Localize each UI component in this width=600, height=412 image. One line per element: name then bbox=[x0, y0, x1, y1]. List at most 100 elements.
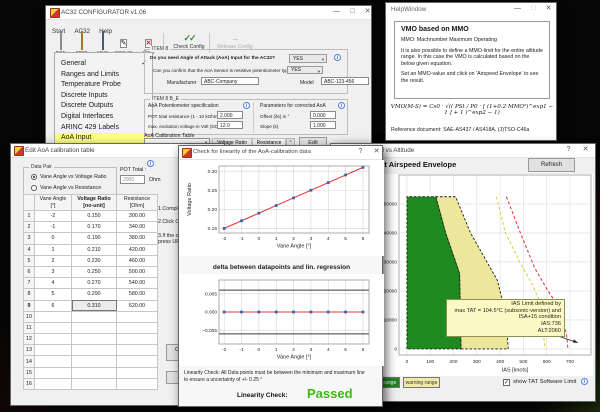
info-icon[interactable]: i bbox=[581, 378, 588, 385]
table-cell[interactable]: 2 bbox=[35, 255, 72, 266]
table-cell[interactable] bbox=[72, 356, 117, 367]
svg-text:0.25: 0.25 bbox=[208, 188, 218, 194]
table-cell[interactable]: 0.210 bbox=[72, 244, 117, 255]
close-icon[interactable]: ✕ bbox=[360, 6, 375, 18]
table-row: 10 bbox=[24, 311, 158, 322]
sidebar-item-general[interactable]: General✓ bbox=[55, 59, 152, 70]
table-cell[interactable]: 3 bbox=[35, 266, 72, 277]
table-cell[interactable] bbox=[35, 345, 72, 356]
question1-dropdown[interactable]: YES▼ bbox=[289, 54, 327, 63]
sidebar-item-temperature-probe[interactable]: Temperature Probe bbox=[55, 80, 152, 91]
chevron-down-icon: ▼ bbox=[317, 68, 321, 74]
pot-total-field[interactable]: 2000 bbox=[120, 175, 145, 184]
row-number: 13 bbox=[24, 345, 35, 356]
table-cell[interactable] bbox=[72, 322, 117, 333]
sidebar-item-arinc-429-labels[interactable]: ARINC 429 Labels bbox=[55, 123, 152, 134]
table-cell[interactable]: 0.190 bbox=[72, 233, 117, 244]
refresh-button[interactable]: Refresh bbox=[528, 158, 575, 172]
table-row: 15 bbox=[24, 367, 158, 378]
sidebar-item-ranges-and-limits[interactable]: Ranges and Limits bbox=[55, 70, 152, 81]
table-cell[interactable]: -2 bbox=[35, 211, 72, 222]
offset-field[interactable]: 0.000 bbox=[310, 111, 336, 119]
maximize-icon[interactable]: □ bbox=[345, 6, 360, 18]
table-cell[interactable]: 0.270 bbox=[72, 278, 117, 289]
table-cell[interactable]: 580.00 bbox=[117, 289, 158, 300]
slope-field[interactable]: 1.000 bbox=[310, 121, 336, 129]
table-cell[interactable]: 0.170 bbox=[72, 222, 117, 233]
new-icon bbox=[60, 31, 62, 50]
info-icon[interactable]: i bbox=[243, 102, 250, 109]
table-cell[interactable]: 420.00 bbox=[117, 244, 158, 255]
table-cell[interactable]: 340.00 bbox=[117, 222, 158, 233]
help-icon[interactable]: ? bbox=[353, 146, 368, 158]
svg-text:-1: -1 bbox=[239, 236, 244, 242]
table-cell[interactable] bbox=[35, 367, 72, 378]
sidebar-item-discrete-outputs[interactable]: Discrete Outputs bbox=[55, 101, 152, 112]
table-cell[interactable] bbox=[72, 345, 117, 356]
sidebar-item-discrete-inputs[interactable]: Discrete Inputs bbox=[55, 91, 152, 102]
pot-resistance-field[interactable]: 2.000 bbox=[217, 111, 243, 119]
row-number: 2 bbox=[24, 222, 35, 233]
table-cell[interactable]: 0 bbox=[35, 233, 72, 244]
table-row: 740.270540.00 bbox=[24, 278, 158, 289]
table-cell[interactable] bbox=[35, 356, 72, 367]
table-cell[interactable] bbox=[72, 367, 117, 378]
close-icon[interactable]: ✕ bbox=[369, 146, 384, 158]
tat-limit-checkbox[interactable]: ✓ bbox=[503, 379, 510, 386]
desktop: AC32 CONFIGURATOR v1.06 — □ ✕ StartAC32H… bbox=[0, 0, 600, 412]
table-cell[interactable]: 540.00 bbox=[117, 278, 158, 289]
close-icon[interactable]: ✕ bbox=[578, 144, 593, 156]
model-field[interactable]: ABC-123-456 bbox=[321, 77, 369, 85]
table-cell[interactable]: 380.00 bbox=[117, 233, 158, 244]
table-cell[interactable] bbox=[117, 356, 158, 367]
table-cell[interactable] bbox=[117, 334, 158, 345]
table-cell[interactable]: 0.230 bbox=[72, 255, 117, 266]
tooltip-line: ISA+15 condition bbox=[450, 314, 561, 321]
svg-text:1: 1 bbox=[275, 347, 278, 353]
table-cell[interactable] bbox=[35, 378, 72, 389]
table-cell[interactable] bbox=[117, 367, 158, 378]
row-number: 5 bbox=[24, 255, 35, 266]
table-cell[interactable] bbox=[72, 311, 117, 322]
table-cell[interactable]: 300.00 bbox=[117, 211, 158, 222]
tooltip-line: max TAT = 104.5°C (subsonic-version) and bbox=[450, 308, 561, 315]
table-cell[interactable] bbox=[35, 322, 72, 333]
help-icon[interactable]: ? bbox=[561, 144, 576, 156]
table-cell[interactable] bbox=[117, 345, 158, 356]
table-cell[interactable]: 5 bbox=[35, 289, 72, 300]
table-cell[interactable] bbox=[35, 334, 72, 345]
table-cell[interactable] bbox=[35, 311, 72, 322]
minimize-icon[interactable]: — bbox=[510, 3, 525, 15]
radio-resistance[interactable] bbox=[31, 185, 37, 191]
info-icon[interactable]: i bbox=[147, 160, 154, 167]
close-icon[interactable]: ✕ bbox=[541, 3, 556, 15]
table-cell[interactable]: 4 bbox=[35, 278, 72, 289]
info-icon[interactable]: i bbox=[338, 102, 345, 109]
item8-label: ITEM 8 bbox=[150, 46, 170, 52]
question2-dropdown[interactable]: YES▼ bbox=[287, 66, 323, 74]
table-cell[interactable]: 500.00 bbox=[117, 266, 158, 277]
table-cell[interactable] bbox=[72, 334, 117, 345]
table-cell[interactable] bbox=[117, 322, 158, 333]
linearity-note-1: Linearity Check: All Data points must be… bbox=[184, 370, 380, 376]
table-cell[interactable]: 1 bbox=[35, 244, 72, 255]
minimize-icon[interactable]: — bbox=[329, 6, 344, 18]
svg-text:30000: 30000 bbox=[384, 260, 398, 266]
excitation-field[interactable]: 12.0 bbox=[217, 121, 243, 129]
table-cell[interactable]: -1 bbox=[35, 222, 72, 233]
table-cell[interactable] bbox=[72, 378, 117, 389]
info-icon[interactable]: i bbox=[334, 54, 341, 61]
table-cell[interactable]: 6 bbox=[35, 300, 72, 311]
table-cell[interactable] bbox=[117, 378, 158, 389]
manufacturer-field[interactable]: ABC-Company bbox=[201, 77, 259, 85]
table-cell[interactable]: 460.00 bbox=[117, 255, 158, 266]
table-cell[interactable]: 0.250 bbox=[72, 266, 117, 277]
radio-voltage-ratio[interactable] bbox=[31, 174, 37, 180]
table-cell[interactable]: 0.150 bbox=[72, 211, 117, 222]
sidebar-item-digital-interfaces[interactable]: Digital Interfaces bbox=[55, 112, 152, 123]
maximize-icon[interactable]: □ bbox=[526, 3, 541, 15]
table-cell[interactable] bbox=[117, 311, 158, 322]
table-cell[interactable]: 0.310 bbox=[72, 300, 117, 311]
table-cell[interactable]: 0.290 bbox=[72, 289, 117, 300]
table-cell[interactable]: 620.00 bbox=[117, 300, 158, 311]
